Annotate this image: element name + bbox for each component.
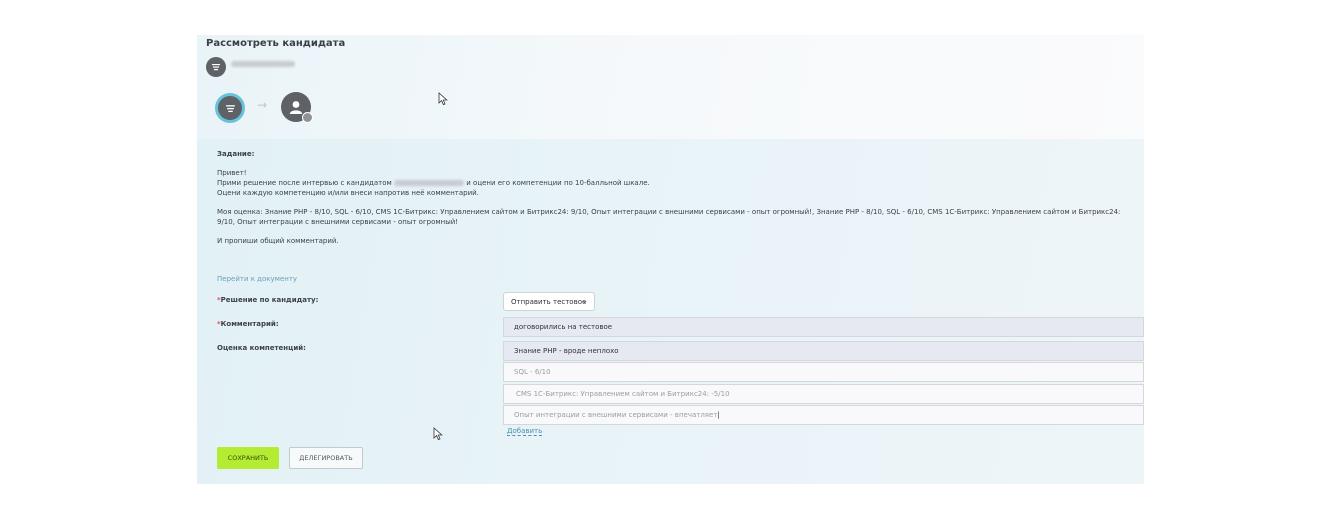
decision-select[interactable]: Отправить тестовое ⌄ [503, 292, 595, 311]
competency-field-cms[interactable]: CMS 1С-Битрикс: Управлением сайтом и Бит… [503, 384, 1144, 404]
decision-select-value: Отправить тестовое [511, 297, 587, 306]
page-title: Рассмотреть кандидата [206, 38, 346, 49]
chevron-down-icon: ⌄ [581, 296, 588, 305]
decision-label: *Решение по кандидату: [217, 296, 318, 304]
task-section: Задание: Привет! Прими решение после инт… [197, 139, 1144, 484]
task-heading: Задание: [217, 150, 255, 158]
delegate-button[interactable]: ДЕЛЕГИРОВАТЬ [289, 447, 363, 469]
task-instruction: Прими решение после интервью с кандидато… [217, 178, 1137, 188]
task-instruction-start: Прими решение после интервью с кандидато… [217, 179, 392, 187]
comment-label: *Комментарий: [217, 320, 279, 328]
comment-label-text: Комментарий: [220, 320, 279, 328]
arrow-right-icon: → [257, 98, 268, 112]
competencies-label: Оценка компетенций: [217, 344, 306, 352]
review-candidate-panel: Рассмотреть кандидата → Задание: Привет! [197, 35, 1144, 484]
task-greeting: Привет! [217, 169, 247, 177]
candidate-name-blurred-inline [394, 180, 465, 186]
competency-field-php[interactable]: Знание PHP - вроде неплохо [503, 341, 1144, 361]
competency-field-sql[interactable]: SQL - 6/10 [503, 362, 1144, 382]
competency-field-integration[interactable]: Опыт интеграции с внешними сервисами - в… [503, 405, 1144, 425]
add-competency-link[interactable]: Добавить [507, 427, 543, 436]
step-list-icon[interactable] [215, 93, 245, 123]
text-caret: | [717, 411, 720, 419]
task-final-note: И пропиши общий комментарий. [217, 237, 339, 245]
header-list-icon [206, 57, 226, 77]
task-description: Задание: Привет! Прими решение после инт… [217, 149, 1137, 246]
competency-integration-text: Опыт интеграции с внешними сервисами - в… [514, 411, 718, 419]
task-instruction-2: Оцени каждую компетенцию и/или внеси нап… [217, 189, 479, 197]
status-badge [302, 112, 313, 123]
mouse-pointer-icon [433, 427, 443, 441]
candidate-name-blurred [231, 61, 295, 67]
decision-label-text: Решение по кандидату: [220, 296, 319, 304]
go-to-document-link[interactable]: Перейти к документу [217, 275, 297, 283]
save-button[interactable]: СОХРАНИТЬ [217, 447, 279, 469]
mouse-pointer-icon [438, 92, 448, 106]
comment-field[interactable]: договорились на тестовое [503, 317, 1144, 337]
task-instruction-end: и оцени его компетенции по 10-балльной ш… [466, 179, 650, 187]
task-rating: Моя оценка: Знание PHP - 8/10, SQL - 6/1… [217, 208, 1121, 226]
